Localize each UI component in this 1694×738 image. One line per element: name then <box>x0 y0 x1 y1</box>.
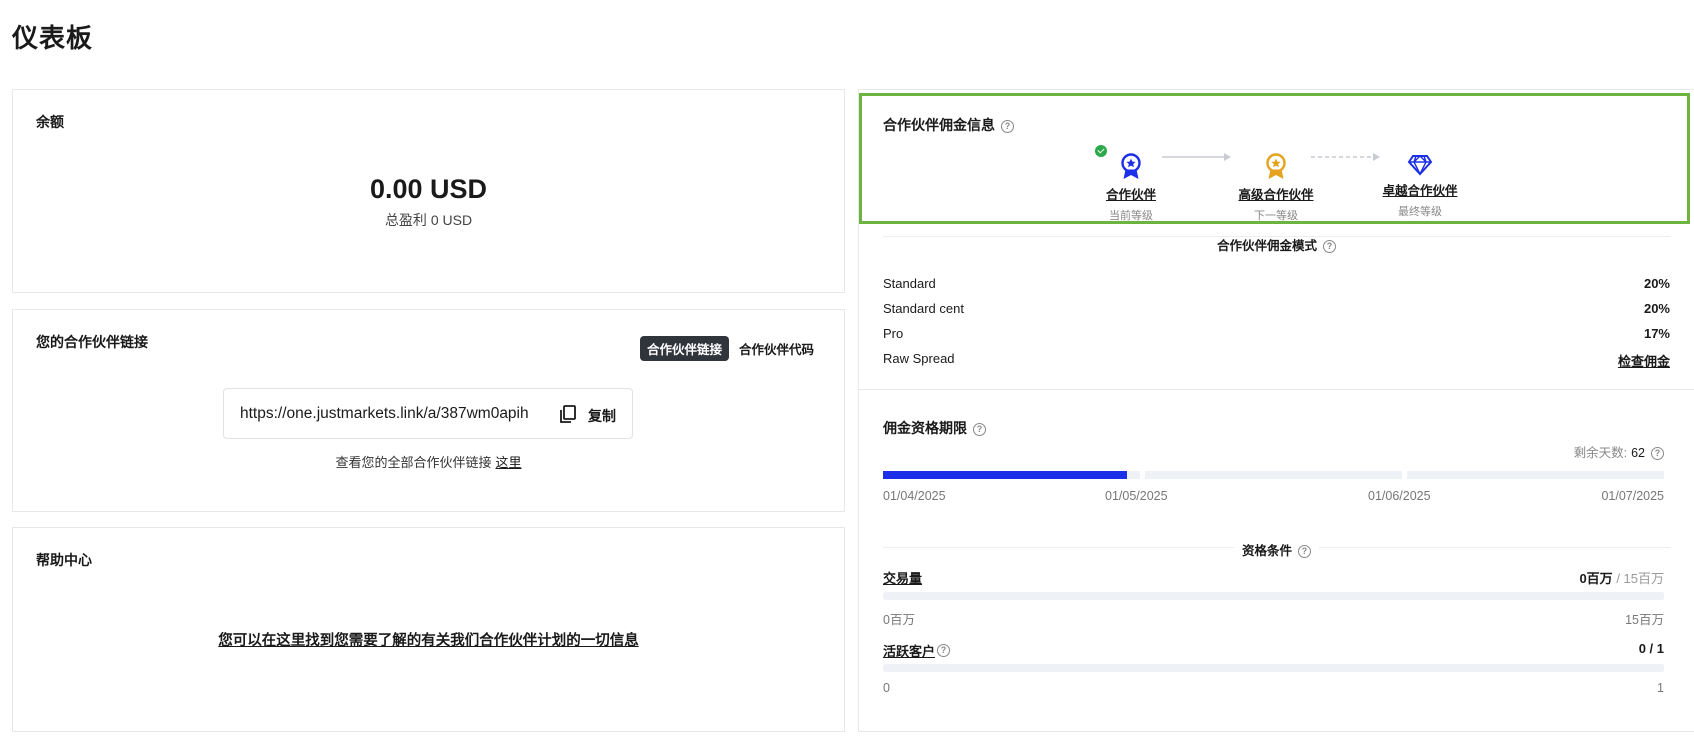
plan-value: 17% <box>1643 326 1670 341</box>
condition-value: 0 / 1 <box>1639 641 1664 656</box>
help-icon[interactable]: ? <box>937 644 950 657</box>
copy-icon[interactable] <box>558 404 578 424</box>
medal-gold-icon <box>1266 153 1286 179</box>
condition-max: 1 <box>1657 681 1664 695</box>
timeline-date: 01/06/2025 <box>1368 489 1431 503</box>
partner-link-title: 您的合作伙伴链接 <box>36 334 148 350</box>
timeline-date: 01/04/2025 <box>883 489 946 503</box>
tier-elite-partner: 卓越合作伙伴 最终等级 <box>1360 153 1480 219</box>
partner-link-url[interactable]: https://one.justmarkets.link/a/387wm0api… <box>240 405 529 423</box>
help-center-card: 帮助中心 您可以在这里找到您需要了解的有关我们合作伙伴计划的一切信息 <box>12 527 845 732</box>
check-icon <box>1095 145 1107 157</box>
page-title: 仪表板 <box>12 23 94 53</box>
timeline-progress <box>883 471 1128 479</box>
help-icon[interactable]: ? <box>1001 119 1014 133</box>
tier-status: 当前等级 <box>1109 210 1153 222</box>
plan-name: Standard cent <box>883 301 964 316</box>
diamond-icon <box>1407 155 1433 176</box>
section-divider <box>859 389 1694 390</box>
commission-mode-text: 合作伙伴佣金模式 <box>1216 239 1317 253</box>
conditions-title-text: 资格条件 <box>1241 544 1292 558</box>
balance-amount: 0.00 USD <box>369 174 488 204</box>
timeline-date: 01/05/2025 <box>1105 489 1168 503</box>
condition-target: / 15百万 <box>1616 571 1664 586</box>
condition-active-clients: 活跃客户 <box>883 641 935 660</box>
condition-min: 0百万 <box>883 613 915 627</box>
link-hint: 查看您的全部合作伙伴链接 这里 <box>13 452 844 471</box>
help-link: 您可以在这里找到您需要了解的有关我们合作伙伴计划的一切信息 <box>13 629 844 650</box>
commission-title-text: 合作伙伴佣金信息 <box>883 117 995 133</box>
total-profit: 总盈利 0 USD <box>384 212 473 228</box>
link-hint-text: 查看您的全部合作伙伴链接 <box>335 455 492 470</box>
help-icon[interactable]: ? <box>1651 447 1664 461</box>
timeline-segment <box>1145 471 1402 479</box>
tier-name[interactable]: 高级合作伙伴 <box>1216 184 1336 203</box>
days-value: 62 <box>1631 446 1645 460</box>
tab-partner-code[interactable]: 合作伙伴代码 <box>732 336 821 361</box>
balance-title: 余额 <box>36 114 64 130</box>
condition-active-clients-label[interactable]: 活跃客户 <box>883 644 935 659</box>
qualification-title: 佣金资格期限? <box>883 418 986 438</box>
timeline-date: 01/07/2025 <box>1601 489 1664 503</box>
timeline-segment <box>883 471 1140 479</box>
conditions-title: 资格条件? <box>859 540 1694 559</box>
condition-max: 15百万 <box>1625 613 1664 627</box>
condition-current: 0 / 1 <box>1638 641 1664 656</box>
plan-value: 20% <box>1643 301 1670 316</box>
help-icon[interactable]: ? <box>1323 240 1336 254</box>
timeline-segment <box>1407 471 1664 479</box>
plan-value: 20% <box>1643 276 1670 291</box>
all-links-link[interactable]: 这里 <box>496 455 522 470</box>
commission-title: 合作伙伴佣金信息? <box>883 115 1014 135</box>
condition-volume[interactable]: 交易量 <box>883 568 922 587</box>
tier-senior-partner: 高级合作伙伴 下一等级 <box>1216 153 1336 223</box>
days-remaining: 剩余天数: 62? <box>1574 442 1664 461</box>
plan-name: Raw Spread <box>883 351 955 366</box>
check-commission-link[interactable]: 检查佣金 <box>1618 351 1670 370</box>
plan-name: Standard <box>883 276 936 291</box>
condition-progress-bar <box>883 592 1664 600</box>
tier-status: 最终等级 <box>1398 206 1442 218</box>
days-label: 剩余天数: <box>1573 446 1628 460</box>
qualification-title-text: 佣金资格期限 <box>883 420 967 436</box>
tier-name[interactable]: 卓越合作伙伴 <box>1360 180 1480 199</box>
tier-status: 下一等级 <box>1254 210 1298 222</box>
help-center-link[interactable]: 您可以在这里找到您需要了解的有关我们合作伙伴计划的一切信息 <box>218 633 639 649</box>
help-title: 帮助中心 <box>36 552 92 568</box>
medal-blue-icon <box>1121 153 1141 179</box>
condition-current: 0百万 <box>1579 571 1613 586</box>
tier-partner: 合作伙伴 当前等级 <box>1071 145 1191 223</box>
balance-card: 余额 0.00 USD 总盈利 0 USD <box>12 89 845 293</box>
condition-progress-bar <box>883 664 1664 672</box>
plan-name: Pro <box>883 326 904 341</box>
copy-button[interactable]: 复制 <box>588 406 616 426</box>
tier-name[interactable]: 合作伙伴 <box>1071 184 1191 203</box>
help-icon[interactable]: ? <box>1298 545 1311 559</box>
condition-value: 0百万 / 15百万 <box>1579 568 1664 587</box>
tab-partner-link[interactable]: 合作伙伴链接 <box>640 336 730 361</box>
commission-mode-title: 合作伙伴佣金模式? <box>859 235 1694 254</box>
condition-min: 0 <box>883 681 890 695</box>
partner-link-field[interactable]: https://one.justmarkets.link/a/387wm0api… <box>223 388 633 439</box>
help-icon[interactable]: ? <box>973 422 986 436</box>
commission-panel: 合作伙伴佣金信息? 合作伙伴 当前等级 高级合作伙伴 下一等级 卓越合作伙伴 最… <box>858 89 1694 732</box>
partner-link-card: 您的合作伙伴链接 合作伙伴链接 合作伙伴代码 https://one.justm… <box>12 309 845 512</box>
